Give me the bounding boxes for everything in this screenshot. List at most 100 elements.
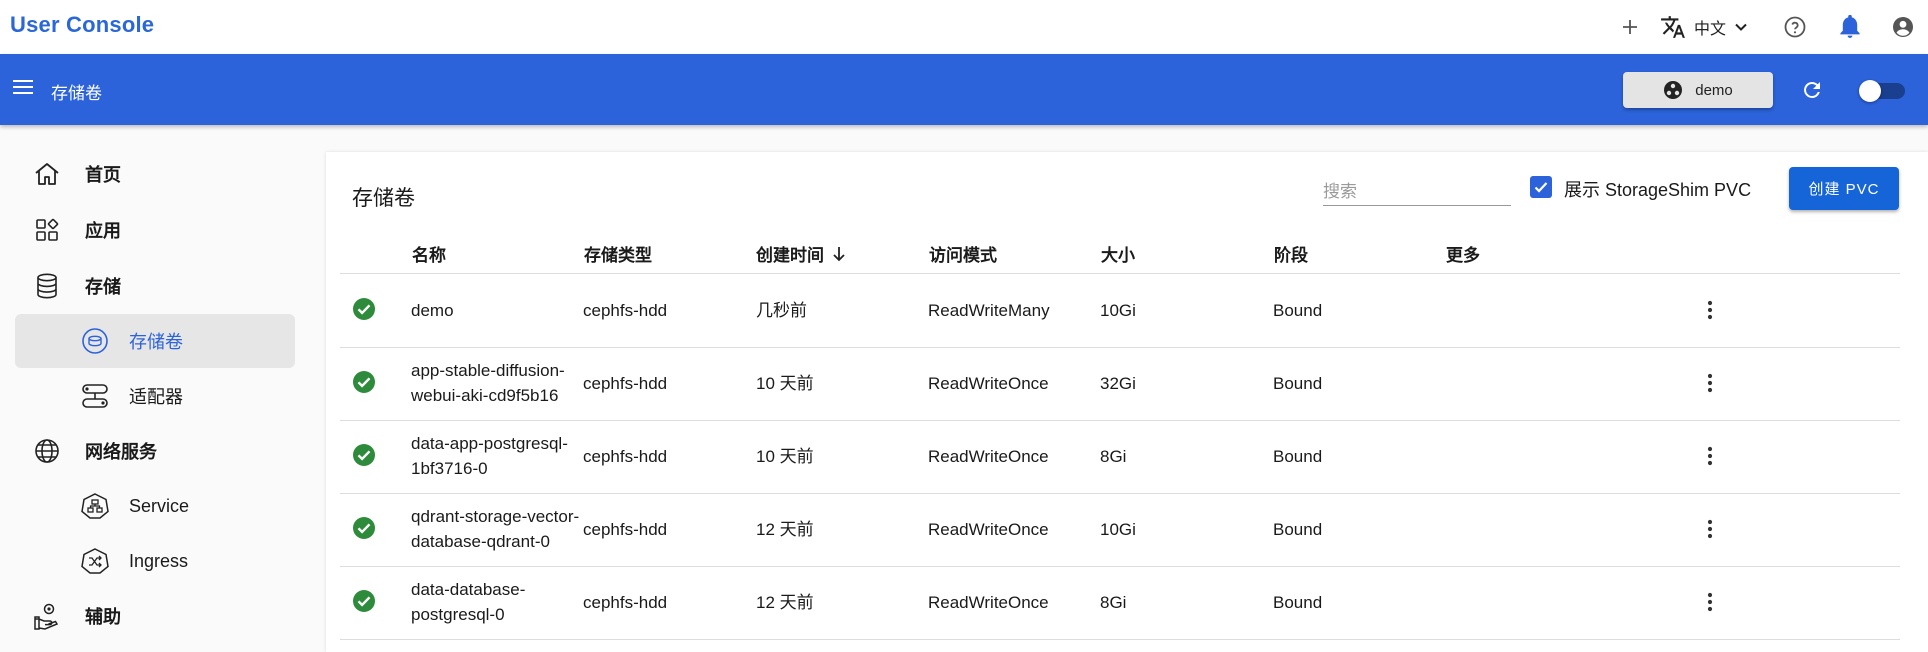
translate-icon [1661, 16, 1685, 38]
language-selector[interactable]: 中文 [1652, 0, 1750, 54]
account-icon[interactable] [1878, 0, 1928, 54]
notifications-icon[interactable] [1822, 0, 1878, 54]
cell-name[interactable]: qdrant-storage-vector-database-qdrant-0 [411, 504, 581, 554]
cell-size: 10Gi [1100, 520, 1136, 539]
sidebar-item-label: Service [129, 495, 190, 516]
language-label: 中文 [1693, 21, 1726, 38]
sidebar-item-ingress[interactable]: Ingress [15, 534, 295, 588]
cell-storage-type: cephfs-hdd [583, 447, 668, 466]
column-header-label: 名称 [412, 246, 446, 265]
more-vert-icon[interactable] [1706, 444, 1714, 473]
cell-name[interactable]: data-app-postgresql-1bf3716-0 [411, 431, 581, 481]
cell-name[interactable]: app-stable-diffusion-webui-aki-cd9f5b16 [411, 358, 581, 408]
column-header-phase[interactable]: 阶段 [1274, 241, 1308, 266]
app-title[interactable]: User Console [10, 12, 154, 38]
sidebar-item-label: 应用 [85, 221, 121, 241]
sidebar-item-label: 首页 [85, 165, 121, 185]
cell-storage-type: cephfs-hdd [583, 301, 668, 320]
cell-phase: Bound [1273, 520, 1323, 539]
help-icon[interactable] [1768, 0, 1822, 54]
cell-name[interactable]: data-database-postgresql-0 [411, 577, 581, 627]
column-header-created[interactable]: 创建时间 [756, 241, 846, 266]
sidebar-item-home[interactable]: 首页 [15, 147, 295, 201]
sidebar-item-label: Ingress [129, 550, 189, 571]
cell-size: 8Gi [1100, 593, 1127, 612]
cell-created: 12 天前 [756, 593, 814, 612]
sidebar: 首页 应用 存储 存储卷 适配器 网络服务 Service Ingress 辅助 [0, 125, 310, 645]
more-vert-icon[interactable] [1706, 590, 1714, 619]
ingress-icon [81, 547, 109, 575]
more-vert-icon[interactable] [1706, 371, 1714, 400]
column-header-name[interactable]: 名称 [412, 241, 446, 266]
cell-access-mode: ReadWriteOnce [928, 374, 1049, 393]
cell-name[interactable]: demo [411, 298, 581, 323]
toggle-knob [1859, 80, 1881, 102]
create-pvc-button[interactable]: 创建 PVC [1789, 167, 1899, 210]
sidebar-item-adapters[interactable]: 适配器 [15, 369, 295, 423]
table-row[interactable]: qdrant-storage-vector-database-qdrant-0 c… [340, 494, 1900, 567]
more-vert-icon[interactable] [1706, 517, 1714, 546]
sidebar-item-label: 适配器 [129, 387, 183, 407]
card-title: 存储卷 [352, 187, 415, 210]
column-header-storage[interactable]: 存储类型 [584, 241, 652, 266]
cell-created: 12 天前 [756, 520, 814, 539]
cell-size: 8Gi [1100, 447, 1127, 466]
check-icon [1534, 182, 1548, 193]
apps-icon [33, 216, 61, 244]
cell-size: 10Gi [1100, 301, 1136, 320]
column-header-label: 访问模式 [929, 246, 997, 265]
refresh-icon[interactable] [1800, 78, 1824, 107]
sidebar-item-label: 存储 [85, 277, 121, 297]
table-row[interactable]: data-database-postgresql-0 cephfs-hdd 12 天… [340, 567, 1900, 640]
home-icon [33, 160, 61, 188]
status-ok-icon [352, 589, 376, 618]
namespace-label: demo [1695, 81, 1733, 99]
column-header-label: 创建时间 [756, 246, 824, 265]
cell-created: 几秒前 [756, 301, 807, 320]
cell-phase: Bound [1273, 447, 1323, 466]
add-icon[interactable] [1608, 0, 1652, 54]
sidebar-item-storage[interactable]: 存储 [15, 259, 295, 313]
cell-storage-type: cephfs-hdd [583, 520, 668, 539]
sidebar-item-service[interactable]: Service [15, 479, 295, 533]
column-header-label: 更多 [1446, 246, 1480, 265]
cell-created: 10 天前 [756, 447, 814, 466]
status-ok-icon [352, 297, 376, 326]
page-header-bar: 存储卷 demo [0, 54, 1928, 125]
table-header: 名称 存储类型 创建时间 访问模式 大小 阶段 更多 [340, 230, 1900, 274]
chevron-down-icon [1735, 23, 1747, 31]
column-header-access[interactable]: 访问模式 [929, 241, 997, 266]
cell-storage-type: cephfs-hdd [583, 593, 668, 612]
sort-arrow-down-icon [833, 246, 845, 261]
cell-access-mode: ReadWriteOnce [928, 593, 1049, 612]
menu-icon[interactable] [12, 77, 34, 102]
namespace-button[interactable]: demo [1623, 72, 1773, 108]
database-icon [33, 272, 61, 300]
theme-toggle[interactable] [1859, 80, 1905, 102]
checkbox-label[interactable]: 展示 StorageShim PVC [1564, 176, 1751, 202]
sidebar-item-assist[interactable]: 辅助 [15, 589, 295, 643]
volumes-card: 存储卷 搜索 展示 StorageShim PVC 创建 PVC 名称 存储类型… [326, 152, 1928, 652]
search-input[interactable]: 搜索 [1323, 170, 1511, 206]
cell-access-mode: ReadWriteOnce [928, 447, 1049, 466]
more-vert-icon[interactable] [1706, 298, 1714, 327]
status-ok-icon [352, 370, 376, 399]
top-app-bar: User Console 中文 [0, 0, 1928, 54]
table-row[interactable]: demo cephfs-hdd 几秒前 ReadWriteMany 10Gi Bound [340, 275, 1900, 348]
sidebar-item-network[interactable]: 网络服务 [15, 424, 295, 478]
adapter-icon [81, 382, 109, 410]
table-row[interactable]: app-stable-diffusion-webui-aki-cd9f5b16 c… [340, 348, 1900, 421]
cell-phase: Bound [1273, 593, 1323, 612]
column-header-more: 更多 [1446, 241, 1480, 266]
sidebar-item-apps[interactable]: 应用 [15, 203, 295, 257]
table-row[interactable]: data-app-postgresql-1bf3716-0 cephfs-hdd 1… [340, 421, 1900, 494]
volume-icon [81, 327, 109, 355]
cell-access-mode: ReadWriteMany [928, 301, 1050, 320]
sidebar-item-label: 辅助 [85, 607, 121, 627]
column-header-size[interactable]: 大小 [1101, 241, 1135, 266]
assist-hand-icon [33, 602, 61, 630]
status-ok-icon [352, 516, 376, 545]
sidebar-item-volumes[interactable]: 存储卷 [15, 314, 295, 368]
show-storageshim-checkbox[interactable] [1530, 176, 1552, 198]
service-icon [81, 492, 109, 520]
